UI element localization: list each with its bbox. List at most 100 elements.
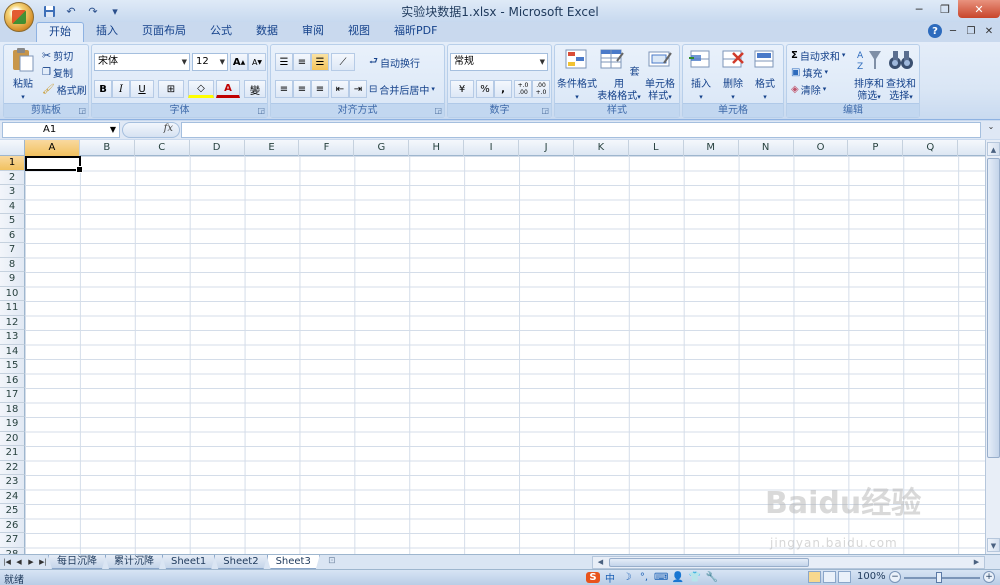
font-color-button[interactable]: A <box>216 80 240 98</box>
wrap-text-button[interactable]: ⮐ 自动换行 <box>369 54 420 70</box>
number-format-select[interactable]: 常规 ▼ <box>450 53 548 71</box>
row-header-24[interactable]: 24 <box>0 489 25 504</box>
bold-button[interactable]: B <box>94 80 112 98</box>
row-header-7[interactable]: 7 <box>0 243 25 258</box>
insert-cells-button[interactable]: 插入 ▾ <box>685 47 717 103</box>
formula-input[interactable] <box>181 122 981 138</box>
column-header-d[interactable]: D <box>190 140 245 156</box>
phonetic-button[interactable]: 變 <box>244 80 266 98</box>
sheet-tab-1[interactable]: 累计沉降 <box>105 555 163 569</box>
name-box[interactable]: A1 ▼ <box>2 122 120 138</box>
column-header-m[interactable]: M <box>684 140 739 156</box>
row-header-19[interactable]: 19 <box>0 417 25 432</box>
sheet-tab-2[interactable]: Sheet1 <box>162 555 215 569</box>
align-bottom-button[interactable]: ☰ <box>311 53 329 71</box>
expand-formula-bar-icon[interactable]: ⌄ <box>984 122 998 138</box>
row-header-17[interactable]: 17 <box>0 388 25 403</box>
scroll-thumb[interactable] <box>987 158 1000 458</box>
row-header-4[interactable]: 4 <box>0 199 25 214</box>
column-header-e[interactable]: E <box>245 140 300 156</box>
column-header-g[interactable]: G <box>354 140 410 156</box>
row-header-2[interactable]: 2 <box>0 170 25 185</box>
merge-center-button[interactable]: ⊟ 合并后居中 ▾ <box>369 81 435 97</box>
row-header-21[interactable]: 21 <box>0 446 25 461</box>
zoom-slider-thumb[interactable] <box>936 572 942 583</box>
page-break-view-button[interactable] <box>838 571 851 583</box>
column-header-l[interactable]: L <box>629 140 684 156</box>
ime-item-4-icon[interactable]: ⌨ <box>654 572 668 583</box>
close-button[interactable]: ✕ <box>958 0 1000 18</box>
dialog-launcher-icon[interactable]: ◲ <box>78 106 86 115</box>
row-header-3[interactable]: 3 <box>0 185 25 200</box>
cut-button[interactable]: ✂ 剪切 <box>42 47 73 63</box>
row-header-23[interactable]: 23 <box>0 475 25 490</box>
office-button[interactable] <box>4 2 34 32</box>
paste-button[interactable]: 粘贴 ▾ <box>8 47 38 103</box>
format-as-table-button[interactable]: 套用 表格格式▾ <box>597 47 641 103</box>
row-header-8[interactable]: 8 <box>0 257 25 272</box>
row-header-26[interactable]: 26 <box>0 518 25 533</box>
find-select-button[interactable]: 查找和 选择▾ <box>885 47 917 103</box>
shrink-font-button[interactable]: A ▼ <box>248 53 266 71</box>
underline-button[interactable]: U <box>130 80 154 98</box>
ime-item-0-icon[interactable]: S <box>586 572 600 583</box>
normal-view-button[interactable] <box>808 571 821 583</box>
minimize-button[interactable]: ─ <box>906 0 932 18</box>
column-header-j[interactable]: J <box>519 140 574 156</box>
percent-button[interactable]: % <box>476 80 494 98</box>
autosum-button[interactable]: Σ 自动求和 ▾ <box>791 47 845 63</box>
tab-7[interactable]: 福昕PDF <box>382 22 449 42</box>
clear-button[interactable]: ◈ 清除 ▾ <box>791 81 826 97</box>
restore-button[interactable]: ❐ <box>932 0 958 18</box>
orientation-button[interactable]: ⟋ <box>331 53 355 71</box>
scroll-right-icon[interactable]: ▶ <box>970 557 983 568</box>
ime-item-7-icon[interactable]: 🔧 <box>705 572 719 583</box>
row-header-27[interactable]: 27 <box>0 533 25 548</box>
doc-close-icon[interactable]: ✕ <box>982 24 996 38</box>
font-name-select[interactable]: 宋体 ▼ <box>94 53 190 71</box>
insert-sheet-icon[interactable]: ⊡ <box>323 555 341 568</box>
dialog-launcher-icon[interactable]: ◲ <box>541 106 549 115</box>
cell-styles-button[interactable]: 单元格 样式▾ <box>641 47 679 103</box>
column-header-o[interactable]: O <box>794 140 849 156</box>
tab-2[interactable]: 页面布局 <box>130 22 198 42</box>
row-header-22[interactable]: 22 <box>0 460 25 475</box>
tab-4[interactable]: 数据 <box>244 22 290 42</box>
row-header-9[interactable]: 9 <box>0 272 25 287</box>
column-header-f[interactable]: F <box>300 140 355 156</box>
zoom-in-button[interactable]: + <box>983 571 995 583</box>
format-painter-button[interactable]: 🖌 格式刷 <box>42 81 87 97</box>
column-header-p[interactable]: P <box>849 140 904 156</box>
copy-button[interactable]: ❐ 复制 <box>42 64 73 80</box>
prev-sheet-icon[interactable]: ◀ <box>14 556 24 568</box>
decrease-decimal-button[interactable]: .00 +.0 <box>532 80 550 98</box>
column-header-c[interactable]: C <box>135 140 190 156</box>
column-header-k[interactable]: K <box>574 140 629 156</box>
last-sheet-icon[interactable]: ▶| <box>38 556 48 568</box>
doc-restore-icon[interactable]: ❐ <box>964 24 978 38</box>
fill-button[interactable]: ▣ 填充 ▾ <box>791 64 828 80</box>
dialog-launcher-icon[interactable]: ◲ <box>434 106 442 115</box>
currency-button[interactable]: ¥ <box>450 80 474 98</box>
sheet-tab-0[interactable]: 每日沉降 <box>48 555 106 569</box>
delete-cells-button[interactable]: 删除 ▾ <box>717 47 749 103</box>
horizontal-scrollbar[interactable]: ◀ ▶ <box>592 556 985 569</box>
tab-6[interactable]: 视图 <box>336 22 382 42</box>
column-header-i[interactable]: I <box>464 140 520 156</box>
zoom-level[interactable]: 100% <box>857 571 886 582</box>
column-header-b[interactable]: B <box>80 140 135 156</box>
first-sheet-icon[interactable]: |◀ <box>2 556 12 568</box>
column-header-q[interactable]: Q <box>903 140 959 156</box>
row-header-5[interactable]: 5 <box>0 214 25 229</box>
hscroll-thumb[interactable] <box>609 558 809 567</box>
row-header-1[interactable]: 1 <box>0 156 25 171</box>
sheet-tab-3[interactable]: Sheet2 <box>214 555 267 569</box>
ime-item-6-icon[interactable]: 👕 <box>688 572 702 583</box>
align-right-button[interactable]: ≡ <box>311 80 329 98</box>
doc-minimize-icon[interactable]: ─ <box>946 24 960 38</box>
align-middle-button[interactable]: ≡ <box>293 53 311 71</box>
zoom-slider-track[interactable] <box>904 577 980 579</box>
border-button[interactable]: ⊞ <box>158 80 184 98</box>
increase-decimal-button[interactable]: +.0.00 <box>514 80 532 98</box>
ime-item-5-icon[interactable]: 👤 <box>671 572 685 583</box>
